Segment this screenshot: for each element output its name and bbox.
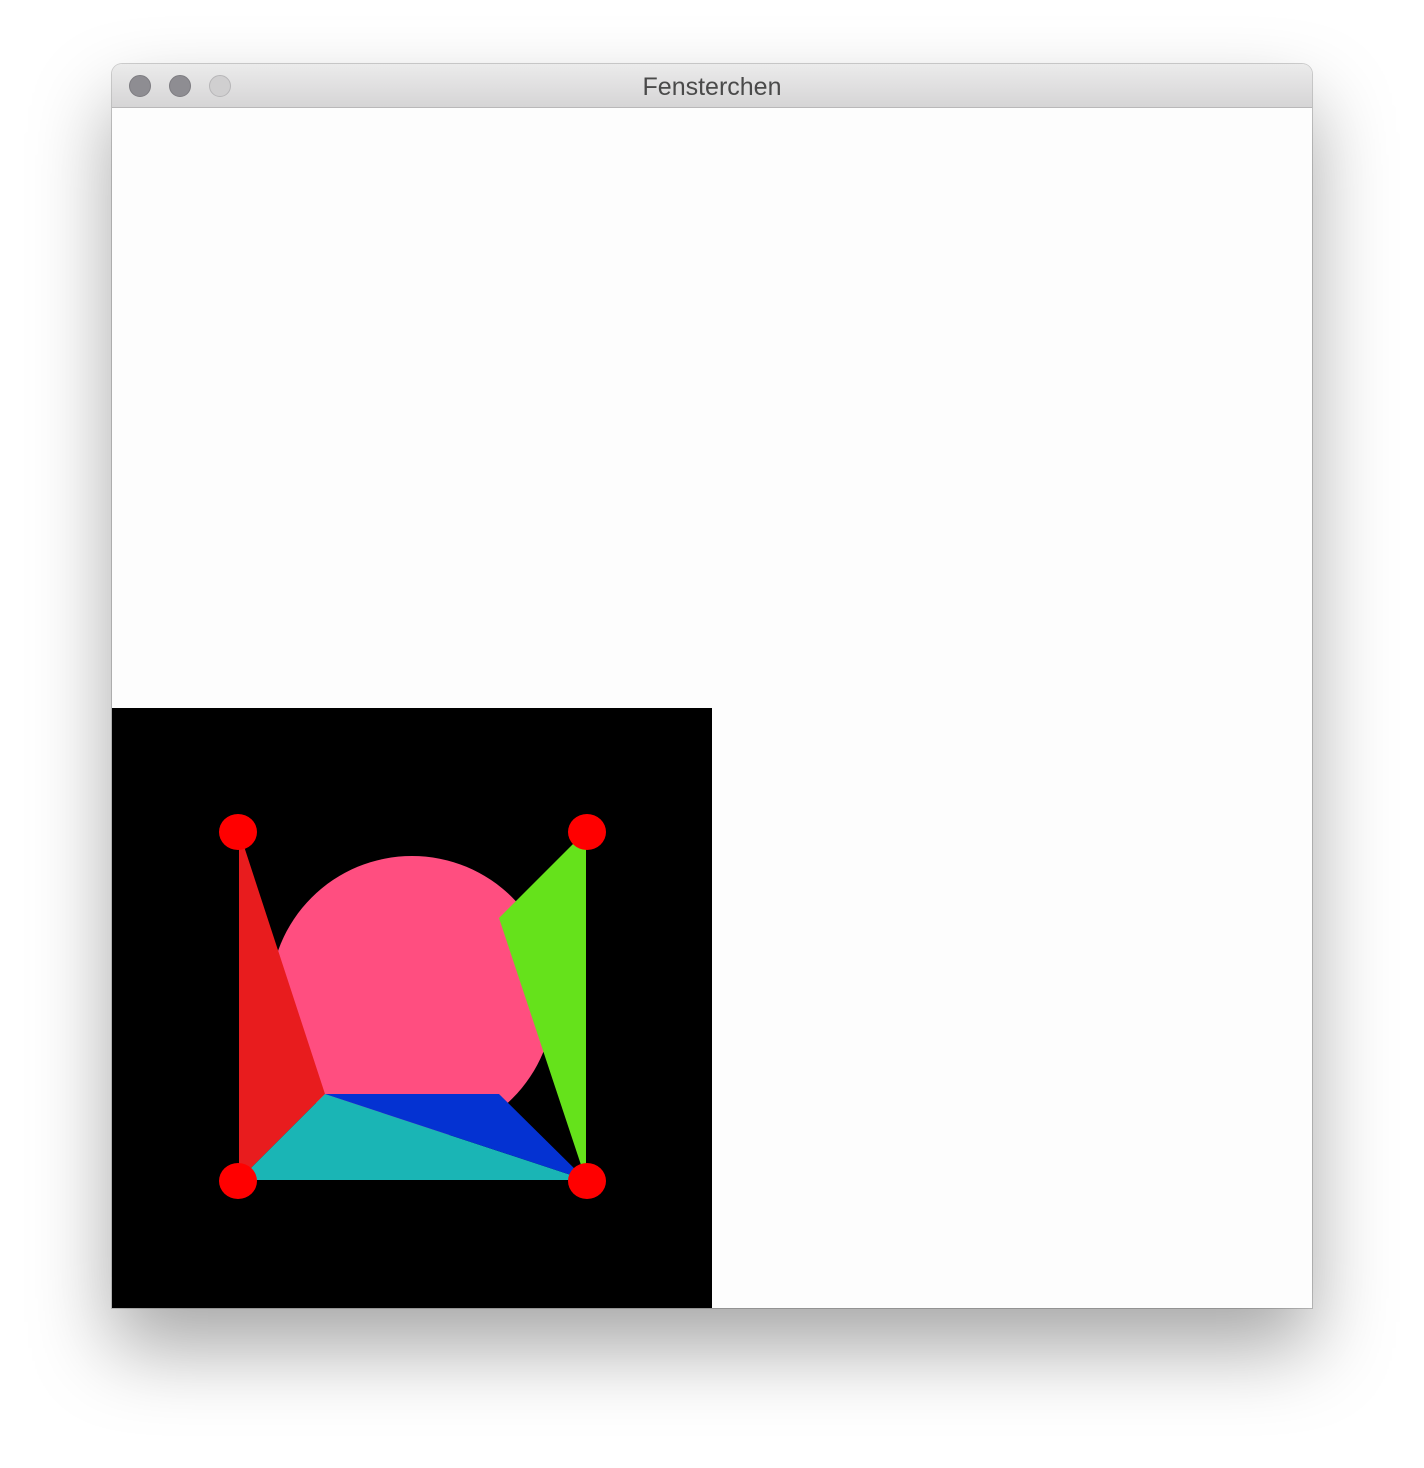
scene-svg	[219, 814, 606, 1199]
corner-dot-bottom-right	[568, 1163, 606, 1199]
title-bar[interactable]: Fensterchen	[112, 64, 1312, 108]
app-window: Fensterchen	[112, 64, 1312, 1308]
drawing-canvas	[112, 708, 712, 1308]
corner-dot-bottom-left	[219, 1163, 257, 1199]
window-content	[112, 108, 1312, 1308]
corner-dot-top-right	[568, 814, 606, 850]
window-title: Fensterchen	[642, 73, 782, 101]
corner-dot-top-left	[219, 814, 257, 850]
